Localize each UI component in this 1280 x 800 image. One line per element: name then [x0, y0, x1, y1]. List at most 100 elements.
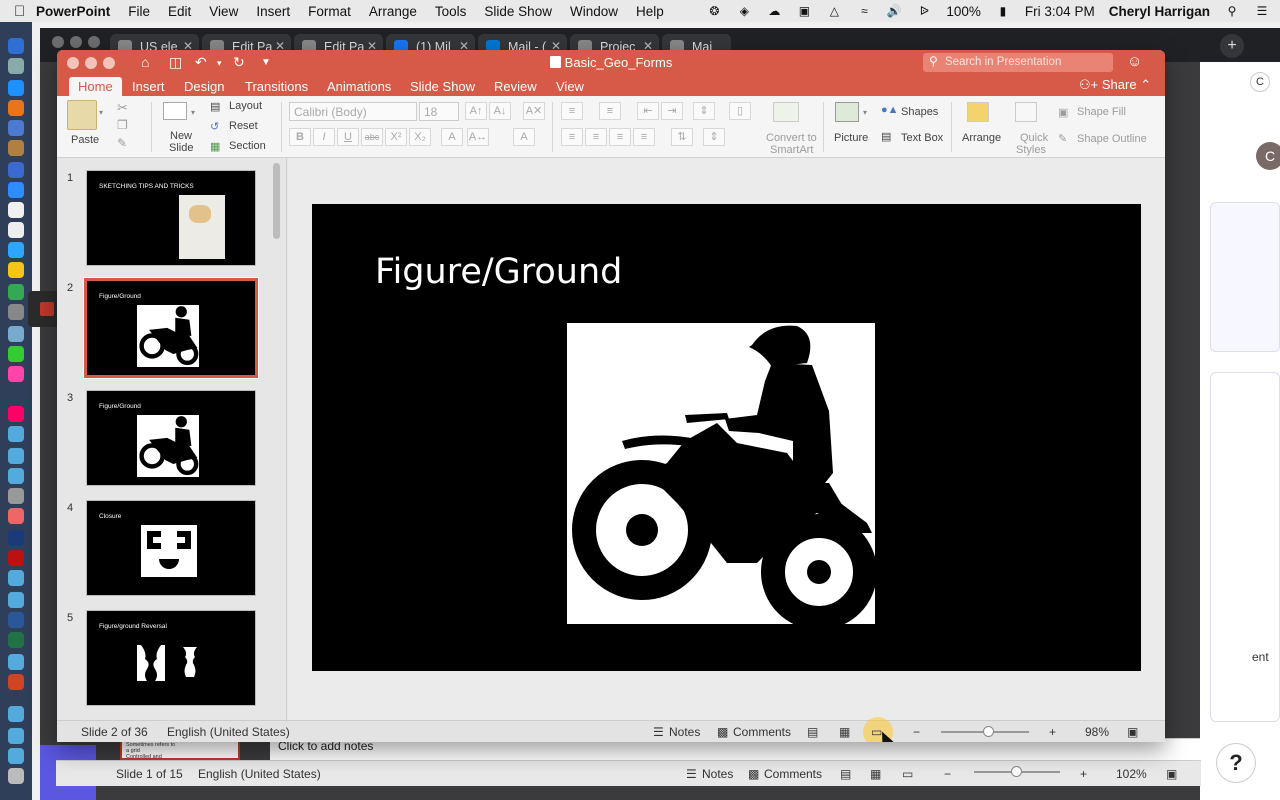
language-indicator[interactable]: English (United States) [198, 767, 321, 781]
align-center-icon[interactable]: ≡ [585, 128, 607, 146]
battery-percent[interactable]: 100% [946, 4, 981, 19]
screen-share-icon[interactable]: ▣ [796, 4, 812, 18]
help-app-icon[interactable] [8, 706, 24, 722]
comments-icon[interactable]: ▩ [717, 725, 728, 739]
share-button[interactable]: ⚇+ Share ⌃ [1079, 77, 1151, 93]
help-app-icon[interactable] [8, 448, 24, 464]
copy-icon[interactable]: ❐ [117, 118, 128, 132]
language-indicator[interactable]: English (United States) [167, 725, 290, 739]
slide-thumbnail-1[interactable]: SKETCHING TIPS AND TRICKS [86, 170, 256, 266]
feedback-smiley-icon[interactable]: ☺ [1127, 53, 1142, 70]
bullets-icon[interactable]: ≡ [561, 102, 583, 120]
reset-button[interactable]: Reset [229, 120, 258, 132]
system-preferences-icon[interactable] [8, 488, 24, 504]
zoom-out-icon[interactable]: − [944, 767, 951, 781]
safari-icon[interactable] [8, 80, 24, 96]
text-box-button[interactable]: Text Box [901, 132, 943, 144]
dropbox-icon[interactable]: ◈ [736, 4, 752, 18]
text-effects-icon[interactable]: A [441, 128, 463, 146]
zoom-slider-handle[interactable] [983, 726, 995, 737]
columns-icon[interactable]: ▯ [729, 102, 751, 120]
collapse-ribbon-icon[interactable]: ⌃ [1140, 77, 1151, 92]
italic-icon[interactable]: I [313, 128, 335, 146]
slide-show-icon[interactable]: ▭ [902, 767, 913, 781]
text-direction-icon[interactable]: ⇅ [671, 128, 693, 146]
spotlight-search-icon[interactable]: ⚲ [1224, 4, 1240, 18]
zoom-in-icon[interactable]: + [1080, 767, 1087, 781]
help-app-icon[interactable] [8, 468, 24, 484]
shape-fill-button[interactable]: Shape Fill [1077, 106, 1126, 118]
documents-folder-icon[interactable] [8, 748, 24, 764]
powerpoint-icon[interactable] [8, 674, 24, 690]
wifi-icon[interactable]: ≈ [856, 4, 872, 18]
browser-zoom-button[interactable] [88, 36, 100, 48]
tab-insert[interactable]: Insert [123, 77, 174, 96]
menubar-clock[interactable]: Fri 3:04 PM [1025, 4, 1095, 19]
paste-label[interactable]: Paste [71, 134, 99, 146]
help-app-icon[interactable] [8, 654, 24, 670]
section-icon[interactable]: ▦ [210, 140, 220, 153]
textedit-icon[interactable] [8, 202, 24, 218]
menu-slide-show[interactable]: Slide Show [484, 4, 552, 19]
menu-view[interactable]: View [209, 4, 238, 19]
slide-thumbnail-4[interactable]: Closure [86, 500, 256, 596]
smartart-icon[interactable] [773, 102, 799, 122]
launchpad-icon[interactable] [8, 58, 24, 74]
tab-transitions[interactable]: Transitions [236, 77, 317, 96]
increase-indent-icon[interactable]: ⇥ [661, 102, 683, 120]
photos-icon[interactable] [8, 366, 24, 382]
character-spacing-icon[interactable]: A↔ [467, 128, 489, 146]
facetime-icon[interactable] [8, 346, 24, 362]
numbering-icon[interactable]: ≡ [599, 102, 621, 120]
airplay-icon[interactable]: △ [826, 4, 842, 18]
align-left-icon[interactable]: ≡ [561, 128, 583, 146]
arrange-button[interactable]: Arrange [962, 132, 1001, 144]
slide-thumbnail-2[interactable]: Figure/Ground [83, 277, 259, 379]
notes-icon[interactable] [8, 140, 24, 156]
help-button[interactable]: ? [1216, 743, 1256, 783]
tab-review[interactable]: Review [485, 77, 546, 96]
slide-title[interactable]: Figure/Ground [375, 252, 622, 292]
volume-icon[interactable]: 🔊 [886, 4, 902, 18]
layout-button[interactable]: Layout [229, 100, 262, 112]
help-app-icon[interactable] [8, 570, 24, 586]
slide-thumbnail-3[interactable]: Figure/Ground [86, 390, 256, 486]
comments-toggle[interactable]: Comments [733, 725, 791, 739]
stickies-icon[interactable] [8, 262, 24, 278]
chrome-icon[interactable] [8, 284, 24, 300]
tab-animations[interactable]: Animations [318, 77, 400, 96]
notes-icon[interactable]: ☰ [686, 767, 697, 781]
menu-edit[interactable]: Edit [168, 4, 191, 19]
excel-icon[interactable] [8, 632, 24, 648]
section-button[interactable]: Section [229, 140, 266, 152]
shape-outline-button[interactable]: Shape Outline [1077, 133, 1147, 145]
new-slide-label-2[interactable]: Slide [169, 142, 193, 154]
word-icon[interactable] [8, 612, 24, 628]
finder-icon[interactable] [8, 38, 24, 54]
messages-icon[interactable] [8, 242, 24, 258]
normal-view-icon[interactable]: ▤ [807, 725, 818, 739]
line-spacing-icon[interactable]: ⇕ [693, 102, 715, 120]
zoom-slider-handle[interactable] [1011, 766, 1022, 777]
shape-fill-icon[interactable]: ▣ [1058, 106, 1068, 119]
itunes-icon[interactable] [8, 406, 24, 422]
layout-icon[interactable]: ▤ [210, 100, 220, 113]
fit-to-window-icon[interactable]: ▣ [1166, 767, 1177, 781]
picture-button[interactable]: Picture [834, 132, 868, 144]
notes-icon[interactable]: ☰ [653, 725, 664, 739]
text-box-icon[interactable]: ▤ [881, 130, 891, 143]
font-size-select[interactable]: 18 [419, 102, 459, 121]
slide-thumbnail-5[interactable]: Figure/ground Reversal [86, 610, 256, 706]
comments-toggle[interactable]: Comments [764, 767, 822, 781]
tab-view[interactable]: View [547, 77, 593, 96]
bluetooth-icon[interactable]: ᐉ [916, 4, 932, 18]
zoom-in-icon[interactable]: + [1049, 725, 1056, 739]
browser-close-button[interactable] [52, 36, 64, 48]
new-slide-label[interactable]: New [170, 130, 192, 142]
reset-icon[interactable]: ↺ [210, 120, 219, 133]
slide-image[interactable] [567, 323, 875, 624]
convert-smartart-label[interactable]: Convert to [766, 132, 817, 144]
subscript-icon[interactable]: X₂ [409, 128, 431, 146]
fit-to-window-icon[interactable]: ▣ [1127, 725, 1138, 739]
thumbnails-scrollbar[interactable] [273, 163, 280, 239]
